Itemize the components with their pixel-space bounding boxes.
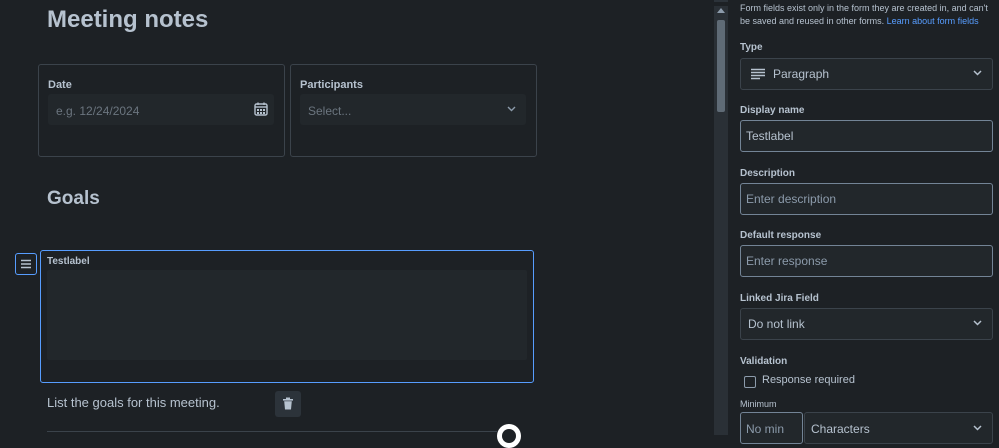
description-label: Description [740,168,796,179]
page-title: Meeting notes [47,6,209,33]
minimum-unit-select[interactable]: Characters [804,412,993,444]
selected-field-label: Testlabel [47,256,90,267]
linked-field-value: Do not link [748,317,805,331]
response-required-label[interactable]: Response required [762,374,855,386]
helper-text: List the goals for this meeting. [47,395,220,410]
selected-paragraph-field[interactable]: Testlabel [40,250,534,383]
form-canvas: Meeting notes Date e.g. 12/24/2024 Parti… [0,0,714,448]
minimum-placeholder: No min [746,422,785,436]
default-response-placeholder: Enter response [746,254,828,268]
date-field-card[interactable]: Date e.g. 12/24/2024 [38,64,285,157]
calendar-icon[interactable] [254,102,268,116]
minimum-input[interactable]: No min [740,412,803,444]
scroll-up-arrow-icon[interactable] [717,8,725,13]
participants-label: Participants [300,79,363,91]
scrollbar-thumb[interactable] [717,20,725,112]
drag-handle-button[interactable] [15,253,37,275]
display-name-value: Testlabel [746,129,794,143]
linked-field-select[interactable]: Do not link [740,308,993,340]
chevron-down-icon [973,320,982,326]
assistant-badge-icon[interactable] [497,424,521,448]
type-select[interactable]: Paragraph [740,58,993,90]
date-label: Date [48,79,72,91]
description-input[interactable]: Enter description [740,183,993,215]
minimum-unit-value: Characters [811,422,870,436]
paragraph-icon [751,68,765,80]
date-placeholder: e.g. 12/24/2024 [56,104,140,118]
participants-select[interactable]: Select... [300,94,526,125]
participants-placeholder: Select... [308,104,352,118]
participants-field-card[interactable]: Participants Select... [290,64,537,157]
validation-label: Validation [740,356,788,367]
minimum-label: Minimum [740,399,777,409]
section-title-goals: Goals [47,188,100,209]
date-input[interactable]: e.g. 12/24/2024 [48,94,274,125]
form-fields-info: Form fields exist only in the form they … [740,2,994,28]
chevron-down-icon [973,425,982,431]
delete-button[interactable] [275,391,301,417]
default-response-input[interactable]: Enter response [740,245,993,277]
trash-icon [283,397,293,410]
type-value: Paragraph [773,67,830,81]
learn-more-link[interactable]: Learn about form fields [887,16,979,26]
chevron-down-icon [507,106,516,112]
paragraph-textarea[interactable] [47,270,527,360]
display-name-label: Display name [740,105,805,116]
hamburger-menu-icon [21,259,31,269]
chevron-down-icon [973,70,982,76]
default-response-label: Default response [740,230,822,241]
response-required-checkbox[interactable] [744,376,756,388]
type-label: Type [740,42,763,53]
linked-field-label: Linked Jira Field [740,293,819,304]
description-placeholder: Enter description [746,192,837,206]
next-field-edge [47,431,497,436]
vertical-scrollbar[interactable] [714,6,728,435]
display-name-input[interactable]: Testlabel [740,120,993,152]
